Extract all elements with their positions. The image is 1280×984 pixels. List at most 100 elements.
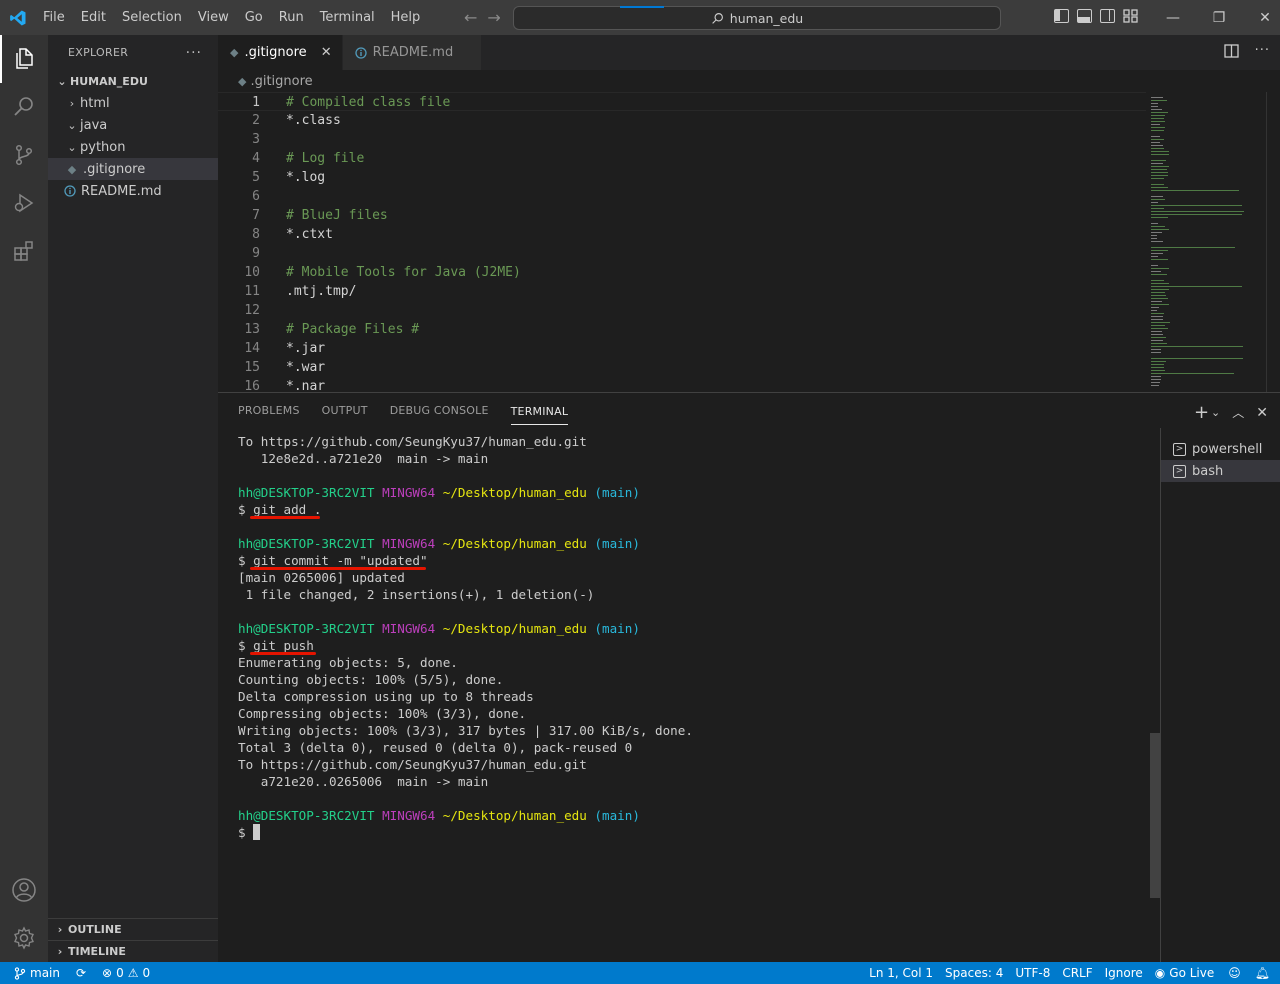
- code-line[interactable]: 7 # BlueJ files: [218, 206, 1146, 225]
- minimize-icon[interactable]: —: [1150, 0, 1196, 35]
- workspace-root[interactable]: ⌄ HUMAN_EDU: [48, 70, 218, 92]
- code-line[interactable]: 5 *.log: [218, 168, 1146, 187]
- toggle-panel-icon[interactable]: [1077, 9, 1092, 23]
- code-line[interactable]: 15 *.war: [218, 358, 1146, 377]
- menu-selection[interactable]: Selection: [114, 0, 190, 35]
- minimap-line: [1151, 211, 1244, 212]
- progress-indicator: [620, 6, 664, 8]
- toggle-sidebar-icon[interactable]: [1054, 9, 1069, 23]
- terminal-scrollbar[interactable]: [1150, 733, 1160, 898]
- menu-go[interactable]: Go: [237, 0, 271, 35]
- source-control-icon[interactable]: [0, 131, 48, 179]
- menu-file[interactable]: File: [35, 0, 73, 35]
- code-line[interactable]: 10 # Mobile Tools for Java (J2ME): [218, 263, 1146, 282]
- code-line[interactable]: 3: [218, 130, 1146, 149]
- menu-terminal[interactable]: Terminal: [312, 0, 383, 35]
- code-line[interactable]: 14 *.jar: [218, 339, 1146, 358]
- end-of-line[interactable]: CRLF: [1056, 962, 1098, 984]
- code-line[interactable]: 8 *.ctxt: [218, 225, 1146, 244]
- maximize-panel-icon[interactable]: ︿: [1232, 404, 1244, 421]
- line-number: 16: [244, 379, 260, 392]
- code-line[interactable]: 6: [218, 187, 1146, 206]
- minimap-line: [1151, 235, 1157, 236]
- tab-output[interactable]: OUTPUT: [322, 404, 368, 417]
- code-line[interactable]: 11 .mtj.tmp/: [218, 282, 1146, 301]
- tab-gitignore[interactable]: ◆ .gitignore ✕: [218, 35, 343, 70]
- restore-icon[interactable]: ❐: [1196, 0, 1242, 35]
- branch-status[interactable]: main: [0, 962, 66, 984]
- arrow-left-icon[interactable]: ←: [464, 8, 477, 27]
- tree-folder-java[interactable]: ⌄ java: [48, 114, 218, 136]
- manage-gear-icon[interactable]: [0, 914, 48, 962]
- menu-view[interactable]: View: [190, 0, 237, 35]
- command-text: $ git commit -m "updated": [238, 553, 428, 568]
- extensions-icon[interactable]: [0, 227, 48, 275]
- encoding[interactable]: UTF-8: [1009, 962, 1056, 984]
- close-window-icon[interactable]: ✕: [1242, 0, 1280, 35]
- code-line[interactable]: 12: [218, 301, 1146, 320]
- terminal-input-line[interactable]: $: [238, 824, 1148, 841]
- more-actions-icon[interactable]: ···: [1255, 44, 1270, 58]
- tree-folder-python[interactable]: ⌄ python: [48, 136, 218, 158]
- minimap-line: [1151, 313, 1164, 314]
- breadcrumb[interactable]: ◆ .gitignore: [218, 70, 1280, 92]
- tree-folder-html[interactable]: › html: [48, 92, 218, 114]
- code-line[interactable]: 2 *.class: [218, 111, 1146, 130]
- command-center-label: human_edu: [729, 10, 804, 26]
- minimap-line: [1151, 115, 1165, 116]
- tab-terminal[interactable]: TERMINAL: [510, 405, 569, 425]
- terminal-item-bash[interactable]: > bash: [1161, 460, 1280, 482]
- tree-file-gitignore[interactable]: ◆ .gitignore: [48, 158, 218, 180]
- go-live-button[interactable]: ◉ Go Live: [1149, 962, 1220, 984]
- explorer-icon[interactable]: [0, 35, 48, 83]
- close-panel-icon[interactable]: ✕: [1256, 405, 1268, 421]
- close-tab-icon[interactable]: ✕: [321, 45, 332, 60]
- indentation[interactable]: Spaces: 4: [939, 962, 1009, 984]
- cursor-position[interactable]: Ln 1, Col 1: [863, 962, 939, 984]
- tab-problems[interactable]: PROBLEMS: [238, 404, 300, 417]
- outline-section[interactable]: › OUTLINE: [48, 918, 218, 940]
- code-line[interactable]: 9: [218, 244, 1146, 263]
- feedback-icon[interactable]: ☺: [1220, 962, 1249, 984]
- code-editor[interactable]: 1 # Compiled class file 2 *.class 3 4 # Log fi…: [218, 92, 1146, 392]
- menu-run[interactable]: Run: [271, 0, 312, 35]
- accounts-icon[interactable]: [0, 866, 48, 914]
- language-mode[interactable]: Ignore: [1099, 962, 1149, 984]
- notifications-bell-icon[interactable]: 🔔︎: [1249, 962, 1280, 984]
- split-editor-icon[interactable]: [1223, 44, 1239, 58]
- code-line[interactable]: 1 # Compiled class file: [218, 92, 1146, 111]
- editor-scrollbar[interactable]: [1266, 92, 1280, 392]
- menu-edit[interactable]: Edit: [73, 0, 114, 35]
- tab-debug-console[interactable]: DEBUG CONSOLE: [390, 404, 489, 417]
- minimap-line: [1151, 238, 1157, 239]
- command-center[interactable]: human_edu: [513, 6, 1001, 30]
- minimap-line: [1151, 184, 1164, 185]
- new-terminal-icon[interactable]: +: [1194, 402, 1209, 423]
- minimap-line: [1151, 334, 1163, 335]
- terminal-output[interactable]: To https://github.com/SeungKyu37/human_e…: [238, 433, 1148, 953]
- minimap[interactable]: [1146, 92, 1266, 392]
- more-actions-icon[interactable]: ···: [186, 45, 202, 61]
- customize-layout-icon[interactable]: [1123, 9, 1138, 23]
- vscode-logo-icon: [0, 0, 35, 35]
- terminal-item-powershell[interactable]: > powershell: [1161, 438, 1280, 460]
- arrow-right-icon[interactable]: →: [487, 8, 500, 27]
- chevron-down-icon[interactable]: ⌄: [1211, 406, 1220, 419]
- terminal-line: 1 file changed, 2 insertions(+), 1 delet…: [238, 587, 595, 602]
- tab-readme[interactable]: README.md: [342, 35, 483, 70]
- menu-help[interactable]: Help: [383, 0, 429, 35]
- run-debug-icon[interactable]: [0, 179, 48, 227]
- search-view-icon[interactable]: [0, 83, 48, 131]
- bottom-panel: PROBLEMS OUTPUT DEBUG CONSOLE TERMINAL +…: [218, 392, 1280, 963]
- prompt-user: hh@DESKTOP-3RC2VIT: [238, 808, 375, 823]
- sync-icon[interactable]: ⟳: [66, 962, 96, 984]
- code-line[interactable]: 16 *.nar: [218, 377, 1146, 392]
- panel-actions: + ⌄ ︿ ✕: [1194, 402, 1268, 423]
- code-line[interactable]: 13 # Package Files #: [218, 320, 1146, 339]
- problems-status[interactable]: ⊗ 0 ⚠ 0: [96, 962, 156, 984]
- toggle-secondary-sidebar-icon[interactable]: [1100, 9, 1115, 23]
- timeline-section[interactable]: › TIMELINE: [48, 940, 218, 962]
- tree-file-readme[interactable]: README.md: [48, 180, 218, 202]
- minimap-line: [1151, 343, 1167, 344]
- code-line[interactable]: 4 # Log file: [218, 149, 1146, 168]
